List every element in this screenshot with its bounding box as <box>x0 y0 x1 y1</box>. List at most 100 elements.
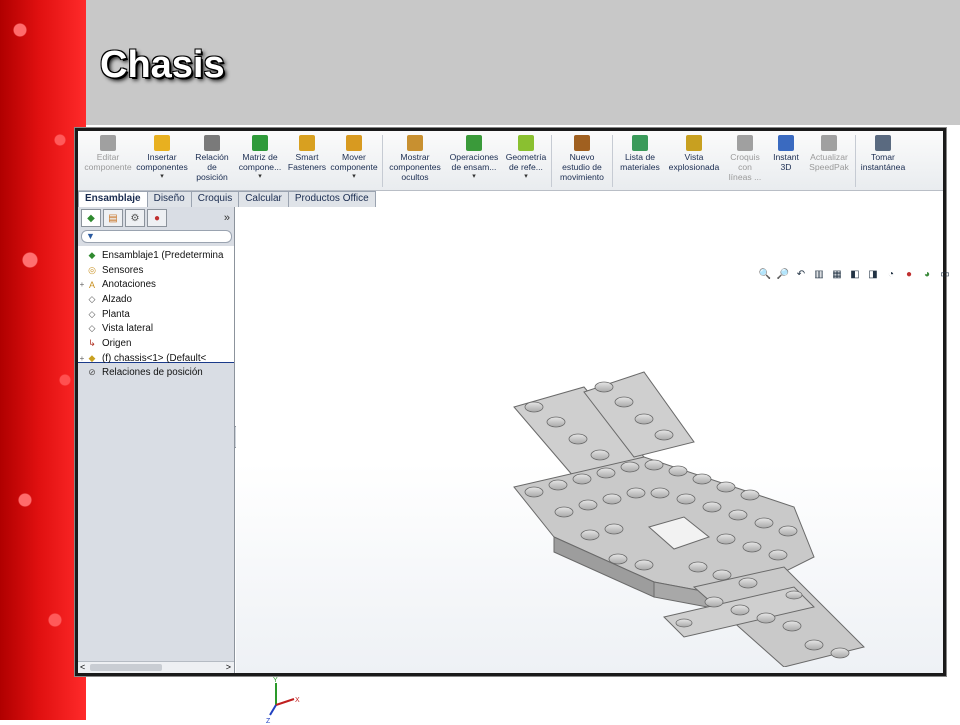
scroll-left-arrow-icon[interactable]: < <box>80 662 85 672</box>
part-icon: ◆ <box>88 352 96 363</box>
tree-filter-field[interactable]: ▼ <box>81 230 232 243</box>
screenshot-frame: Editar componente Insertar componentes ▾ Rela… <box>75 128 950 725</box>
ribbon-button-0[interactable]: Editar componente <box>82 131 134 190</box>
smart-fasteners-icon <box>299 135 315 151</box>
tree-item[interactable]: ◇ Alzado <box>78 292 234 307</box>
dropdown-arrow-icon[interactable]: ▾ <box>472 172 476 182</box>
tab-0[interactable]: Ensamblaje <box>78 191 148 207</box>
ribbon-button-label: con <box>738 162 752 172</box>
heads-up-view-toolbar: 🔍 🔎 ↶ ▥ ▦ ◧ ◨ ◔ ● ◕ ▭ <box>758 269 952 283</box>
tree-item[interactable]: ↳ Origen <box>78 336 234 351</box>
ribbon-button-14[interactable]: Actualizar SpeedPak <box>805 131 853 190</box>
bom-icon <box>632 135 648 151</box>
configuration-icon: ⚙ <box>130 212 140 224</box>
plane-icon: ◇ <box>88 293 96 304</box>
ribbon-button-label: componentes <box>136 162 188 172</box>
ribbon-button-8[interactable]: Geometría de refe... ▾ <box>503 131 549 190</box>
ribbon-button-label: Instant <box>773 152 799 162</box>
horizontal-scrollbar[interactable]: < > <box>78 661 234 673</box>
apply-scene-icon[interactable]: ◕ <box>920 269 934 283</box>
tree-item[interactable]: ⊘ Relaciones de posición <box>78 366 234 381</box>
feature-tree-icon: ◆ <box>87 212 95 224</box>
ribbon-button-12[interactable]: Croquis con líneas ... <box>723 131 767 190</box>
ribbon-button-1[interactable]: Insertar componentes ▾ <box>134 131 190 190</box>
ribbon-button-label: líneas ... <box>728 172 762 182</box>
dropdown-arrow-icon[interactable]: ▾ <box>258 172 262 182</box>
ribbon-button-5[interactable]: Mover componente ▾ <box>328 131 380 190</box>
mates-icon: ⊘ <box>88 367 96 378</box>
ribbon-button-4[interactable]: Smart Fasteners <box>286 131 328 190</box>
dynamic-annotation-icon[interactable]: ▦ <box>830 269 844 283</box>
reference-geometry-icon <box>518 135 534 151</box>
tree-item[interactable]: ◎ Sensores <box>78 263 234 278</box>
ribbon-button-label: movimiento <box>560 172 604 182</box>
display-manager-tab[interactable]: ● <box>147 209 167 227</box>
previous-view-icon[interactable]: ↶ <box>794 269 808 283</box>
tree-item[interactable]: ◇ Vista lateral <box>78 321 234 336</box>
ribbon-button-label: compone... <box>238 162 282 172</box>
tree-item[interactable]: ◆ Ensamblaje1 (Predetermina <box>78 248 234 263</box>
section-view-icon[interactable]: ▥ <box>812 269 826 283</box>
ribbon-button-6[interactable]: Mostrar componentes ocultos <box>385 131 445 190</box>
coordinate-triad: Y X Z <box>266 677 300 725</box>
mate-icon <box>204 135 220 151</box>
view-orientation-icon[interactable]: ◧ <box>848 269 862 283</box>
tree-item-label: Ensamblaje1 (Predetermina <box>102 249 224 261</box>
expand-panel-chevron-icon[interactable]: » <box>224 212 230 224</box>
ribbon-button-label: Vista <box>684 152 704 162</box>
tree-expander-icon[interactable]: + <box>78 354 86 363</box>
plane-icon: ◇ <box>88 308 96 319</box>
scrollbar-thumb[interactable] <box>90 664 162 671</box>
ribbon-button-label: Nuevo <box>569 152 595 162</box>
tree-item[interactable]: + A Anotaciones <box>78 277 234 292</box>
feature-tree-tab[interactable]: ◆ <box>81 209 101 227</box>
motion-study-icon <box>574 135 590 151</box>
edit-appearance-icon[interactable]: ● <box>902 269 916 283</box>
zoom-to-fit-icon[interactable]: 🔍 <box>758 269 772 283</box>
ribbon-separator <box>612 135 613 187</box>
ribbon-button-9[interactable]: Nuevo estudio de movimiento <box>554 131 610 190</box>
dropdown-arrow-icon[interactable]: ▾ <box>160 172 164 182</box>
ribbon-button-label: componente <box>84 162 132 172</box>
ribbon-button-label: Lista de <box>624 152 656 162</box>
tree-expander-icon[interactable]: + <box>78 280 86 289</box>
ribbon-button-10[interactable]: Lista de materiales <box>615 131 665 190</box>
ribbon-button-2[interactable]: Relación de posición <box>190 131 234 190</box>
show-hidden-icon <box>407 135 423 151</box>
ribbon-separator <box>382 135 383 187</box>
dropdown-arrow-icon[interactable]: ▾ <box>352 172 356 182</box>
ribbon-button-label: posición <box>196 172 228 182</box>
hide-show-items-icon[interactable]: ◔ <box>884 269 898 283</box>
dropdown-arrow-icon[interactable]: ▾ <box>524 172 528 182</box>
chassis-3d-model[interactable] <box>494 327 914 667</box>
ribbon-separator <box>551 135 552 187</box>
ribbon-button-13[interactable]: Instant 3D <box>767 131 805 190</box>
ribbon-button-label: Editar <box>96 152 120 162</box>
zoom-to-area-icon[interactable]: 🔎 <box>776 269 790 283</box>
ribbon-button-11[interactable]: Vista explosionada <box>665 131 723 190</box>
scroll-right-arrow-icon[interactable]: > <box>226 662 231 672</box>
triad-x-label: X <box>295 697 300 704</box>
explode-line-sketch-icon <box>737 135 753 151</box>
property-manager-tab[interactable]: ▤ <box>103 209 123 227</box>
ribbon-button-label: de ensam... <box>451 162 497 172</box>
tab-3[interactable]: Calcular <box>238 191 289 207</box>
tree-item[interactable]: + ◆ (f) chassis<1> (Default< <box>78 351 234 366</box>
pattern-icon <box>252 135 268 151</box>
triad-y-label: Y <box>273 677 278 684</box>
ribbon-button-3[interactable]: Matriz de compone... ▾ <box>234 131 286 190</box>
tree-item[interactable]: ◇ Planta <box>78 307 234 322</box>
graphics-area[interactable]: 🔍 🔎 ↶ ▥ ▦ ◧ ◨ ◔ ● ◕ ▭ Y X Z <box>236 207 950 725</box>
tab-2[interactable]: Croquis <box>190 191 240 207</box>
edit-component-icon <box>100 135 116 151</box>
ribbon-button-15[interactable]: Tomar instantánea <box>858 131 908 190</box>
ribbon-button-7[interactable]: Operaciones de ensam... ▾ <box>445 131 503 190</box>
configuration-manager-tab[interactable]: ⚙ <box>125 209 145 227</box>
display-style-icon[interactable]: ◨ <box>866 269 880 283</box>
tab-4[interactable]: Productos Office <box>287 191 376 207</box>
tab-1[interactable]: Diseño <box>146 191 192 207</box>
view-settings-icon[interactable]: ▭ <box>938 269 952 283</box>
ribbon-button-label: instantánea <box>860 162 906 172</box>
ribbon-button-label: estudio de <box>562 162 602 172</box>
triad-z-label: Z <box>266 718 271 725</box>
